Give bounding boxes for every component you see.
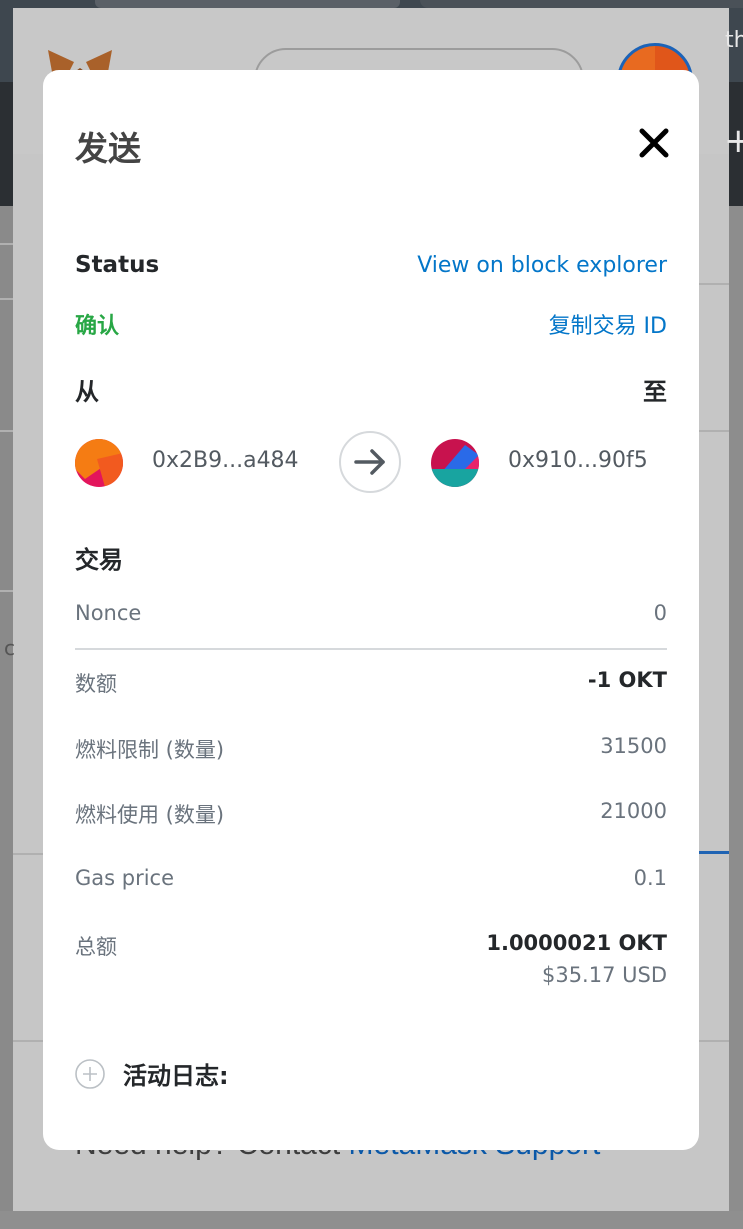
divider xyxy=(699,430,729,432)
activity-log-toggle[interactable]: 活动日志: xyxy=(75,1056,229,1091)
gas-used-label: 燃料使用 (数量) xyxy=(75,803,225,827)
total-value: 1.0000021 OKT xyxy=(486,931,667,955)
transfer-direction-indicator xyxy=(339,431,401,493)
amount-row: 数额 -1 OKT xyxy=(75,668,667,698)
divider xyxy=(13,853,43,855)
divider xyxy=(0,298,13,300)
recipient-address[interactable]: 0x910...90f5 xyxy=(508,448,648,473)
browser-tab-secondary xyxy=(420,0,743,8)
from-to-labels: 从 至 xyxy=(75,372,667,407)
status-badge: 确认 xyxy=(75,314,120,339)
copy-transaction-id-link[interactable]: 复制交易 ID xyxy=(549,308,667,340)
nonce-row: Nonce 0 xyxy=(75,601,667,625)
gas-price-value: 0.1 xyxy=(633,866,667,890)
total-fiat-value: $35.17 USD xyxy=(541,963,667,987)
sender-recipient-row: 0x2B9...a484 0x910...90f5 xyxy=(75,430,675,496)
arrow-right-icon xyxy=(354,449,385,475)
amount-label: 数额 xyxy=(75,672,117,696)
gas-used-value: 21000 xyxy=(600,799,667,823)
divider xyxy=(0,430,13,432)
status-label: Status xyxy=(75,252,160,278)
view-on-block-explorer-link[interactable]: View on block explorer xyxy=(417,253,667,278)
gas-used-row: 燃料使用 (数量) 21000 xyxy=(75,799,667,829)
gas-price-row: Gas price 0.1 xyxy=(75,866,667,890)
nonce-value: 0 xyxy=(653,601,667,625)
sender-avatar[interactable] xyxy=(75,439,123,487)
background-side-text: c xyxy=(4,636,15,660)
modal-title: 发送 xyxy=(75,129,141,168)
background-bottom xyxy=(0,1211,743,1229)
amount-value: -1 OKT xyxy=(587,668,667,692)
transaction-details-modal: 发送 Status View on block explorer 确认 复制交易… xyxy=(43,70,699,1150)
plus-icon: + xyxy=(724,121,743,161)
activity-log-label: 活动日志: xyxy=(123,1062,229,1090)
gas-limit-label: 燃料限制 (数量) xyxy=(75,738,225,762)
browser-tab xyxy=(95,0,400,8)
gas-limit-row: 燃料限制 (数量) 31500 xyxy=(75,734,667,764)
sender-address[interactable]: 0x2B9...a484 xyxy=(152,448,299,473)
gas-limit-value: 31500 xyxy=(600,734,667,758)
total-value-block: 1.0000021 OKT $35.17 USD xyxy=(486,931,667,987)
from-label: 从 xyxy=(75,378,99,406)
to-label: 至 xyxy=(643,378,667,406)
divider xyxy=(75,648,667,650)
gas-price-label: Gas price xyxy=(75,866,175,890)
expand-plus-icon[interactable] xyxy=(75,1058,105,1089)
close-icon[interactable] xyxy=(637,126,671,160)
divider xyxy=(699,283,729,285)
nonce-label: Nonce xyxy=(75,601,142,625)
transaction-section-title: 交易 xyxy=(75,546,123,574)
status-row: Status View on block explorer xyxy=(75,252,667,278)
status-value-row: 确认 复制交易 ID xyxy=(75,308,667,340)
background-text: th xyxy=(725,28,743,53)
total-row: 总额 1.0000021 OKT $35.17 USD xyxy=(75,931,667,987)
divider xyxy=(0,243,13,245)
recipient-avatar[interactable] xyxy=(431,439,479,487)
divider xyxy=(0,590,13,592)
background-right-strip xyxy=(729,206,743,1229)
total-label: 总额 xyxy=(75,935,117,959)
